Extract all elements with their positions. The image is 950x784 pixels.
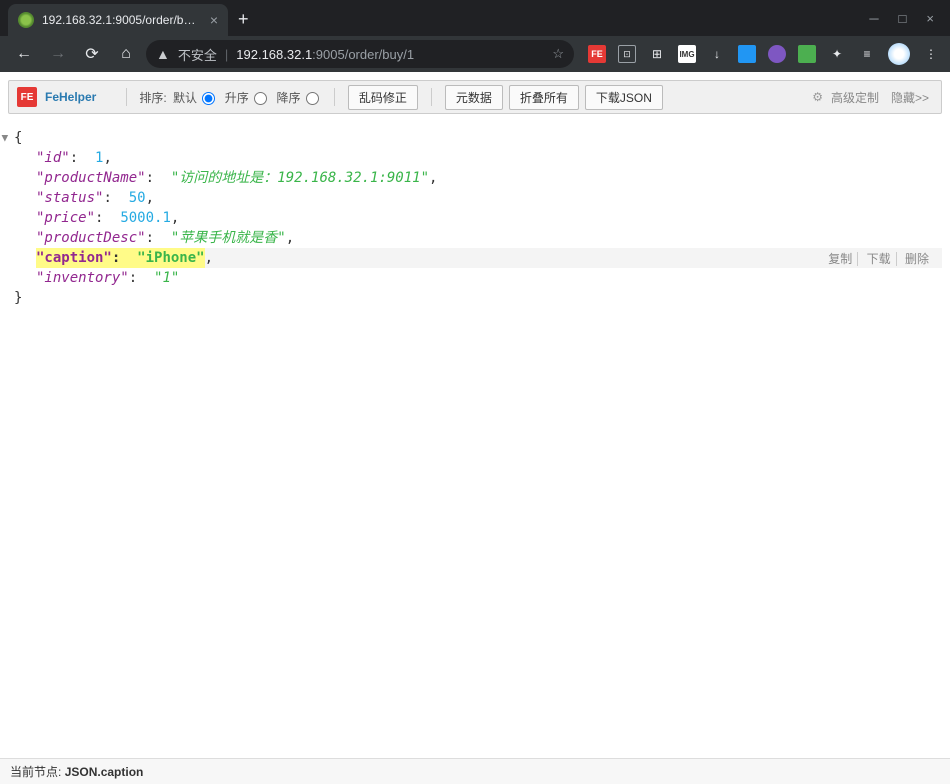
- sort-desc-radio[interactable]: 降序: [276, 91, 318, 105]
- extensions-puzzle-icon[interactable]: ✦: [828, 45, 846, 63]
- tab-close-icon[interactable]: ×: [210, 12, 218, 28]
- nav-back-icon[interactable]: ←: [10, 40, 38, 68]
- ext-icon-2[interactable]: ⊞: [648, 45, 666, 63]
- status-path: JSON.caption: [65, 765, 144, 779]
- json-viewer: ▶ { "id": 1, "productName": "访问的地址是：192.…: [0, 122, 950, 318]
- nav-reload-icon[interactable]: ⟳: [78, 40, 106, 68]
- nav-home-icon[interactable]: ⌂: [112, 40, 140, 68]
- json-line-inventory[interactable]: "inventory": "1": [36, 268, 942, 288]
- toolbar-separator: [126, 88, 127, 106]
- metadata-button[interactable]: 元数据: [445, 85, 503, 110]
- fehelper-name[interactable]: FeHelper: [45, 90, 96, 104]
- sort-default-radio[interactable]: 默认: [173, 91, 215, 105]
- reading-list-icon[interactable]: ≡: [858, 45, 876, 63]
- hide-toolbar-link[interactable]: 隐藏>>: [891, 89, 929, 106]
- ext-icon-1[interactable]: ⊡: [618, 45, 636, 63]
- fix-garbled-button[interactable]: 乱码修正: [348, 85, 418, 110]
- download-ext-icon[interactable]: ↓: [708, 45, 726, 63]
- json-root[interactable]: ▶ { "id": 1, "productName": "访问的地址是：192.…: [14, 128, 942, 308]
- fehelper-logo-icon: FE: [17, 87, 37, 107]
- fehelper-ext-icon[interactable]: FE: [588, 45, 606, 63]
- row-actions: 复制 下载 删除: [823, 249, 934, 269]
- sort-label: 排序:: [139, 91, 166, 105]
- window-minimize-icon[interactable]: ─: [869, 11, 878, 26]
- browser-tab[interactable]: 192.168.32.1:9005/order/buy/1 ×: [8, 4, 228, 36]
- browser-extensions: FE ⊡ ⊞ IMG ↓ ✦ ≡ ⋮: [588, 43, 940, 65]
- url-text: 192.168.32.1:9005/order/buy/1: [236, 47, 414, 62]
- collapse-all-button[interactable]: 折叠所有: [509, 85, 579, 110]
- status-label: 当前节点:: [10, 765, 61, 779]
- insecure-label: 不安全: [178, 45, 217, 64]
- row-delete-button[interactable]: 删除: [900, 252, 934, 266]
- json-line-id[interactable]: "id": 1,: [36, 148, 942, 168]
- window-maximize-icon[interactable]: □: [899, 11, 907, 26]
- json-line-caption-selected[interactable]: "caption": "iPhone", 复制 下载 删除: [36, 248, 942, 268]
- status-bar: 当前节点: JSON.caption: [0, 758, 950, 784]
- ext-icon-purple[interactable]: [768, 45, 786, 63]
- advanced-customize-link[interactable]: 高级定制: [831, 89, 879, 106]
- json-line-productdesc[interactable]: "productDesc": "苹果手机就是香",: [36, 228, 942, 248]
- tab-title: 192.168.32.1:9005/order/buy/1: [42, 13, 202, 27]
- toolbar-separator: [334, 88, 335, 106]
- open-brace: {: [14, 130, 22, 146]
- sort-controls: 排序: 默认 升序 降序: [139, 89, 321, 106]
- ext-icon-green[interactable]: [798, 45, 816, 63]
- url-bar[interactable]: ▲ 不安全 | 192.168.32.1:9005/order/buy/1 ☆: [146, 40, 574, 68]
- browser-menu-icon[interactable]: ⋮: [922, 45, 940, 63]
- window-controls: ─ □ ×: [853, 11, 950, 36]
- sort-asc-radio[interactable]: 升序: [225, 91, 267, 105]
- fehelper-toolbar: FE FeHelper 排序: 默认 升序 降序 乱码修正 元数据 折叠所有 下…: [8, 80, 942, 114]
- ext-icon-blue[interactable]: [738, 45, 756, 63]
- close-brace: }: [14, 290, 22, 306]
- toolbar-separator: [431, 88, 432, 106]
- gear-icon: ⚙: [812, 90, 823, 104]
- bookmark-star-icon[interactable]: ☆: [552, 46, 564, 62]
- browser-tab-strip: 192.168.32.1:9005/order/buy/1 × + ─ □ ×: [0, 0, 950, 36]
- json-line-productname[interactable]: "productName": "访问的地址是：192.168.32.1:9011…: [36, 168, 942, 188]
- tab-favicon-icon: [18, 12, 34, 28]
- collapse-toggle-icon[interactable]: ▶: [0, 135, 15, 145]
- row-download-button[interactable]: 下载: [862, 252, 897, 266]
- json-line-status[interactable]: "status": 50,: [36, 188, 942, 208]
- row-copy-button[interactable]: 复制: [823, 252, 858, 266]
- insecure-warning-icon: ▲: [156, 46, 170, 62]
- window-close-icon[interactable]: ×: [926, 11, 934, 26]
- url-separator: |: [225, 47, 228, 62]
- new-tab-button[interactable]: +: [238, 9, 249, 30]
- nav-forward-icon[interactable]: →: [44, 40, 72, 68]
- img-ext-icon[interactable]: IMG: [678, 45, 696, 63]
- profile-avatar-icon[interactable]: [888, 43, 910, 65]
- json-line-price[interactable]: "price": 5000.1,: [36, 208, 942, 228]
- download-json-button[interactable]: 下载JSON: [585, 85, 663, 110]
- browser-nav-bar: ← → ⟳ ⌂ ▲ 不安全 | 192.168.32.1:9005/order/…: [0, 36, 950, 72]
